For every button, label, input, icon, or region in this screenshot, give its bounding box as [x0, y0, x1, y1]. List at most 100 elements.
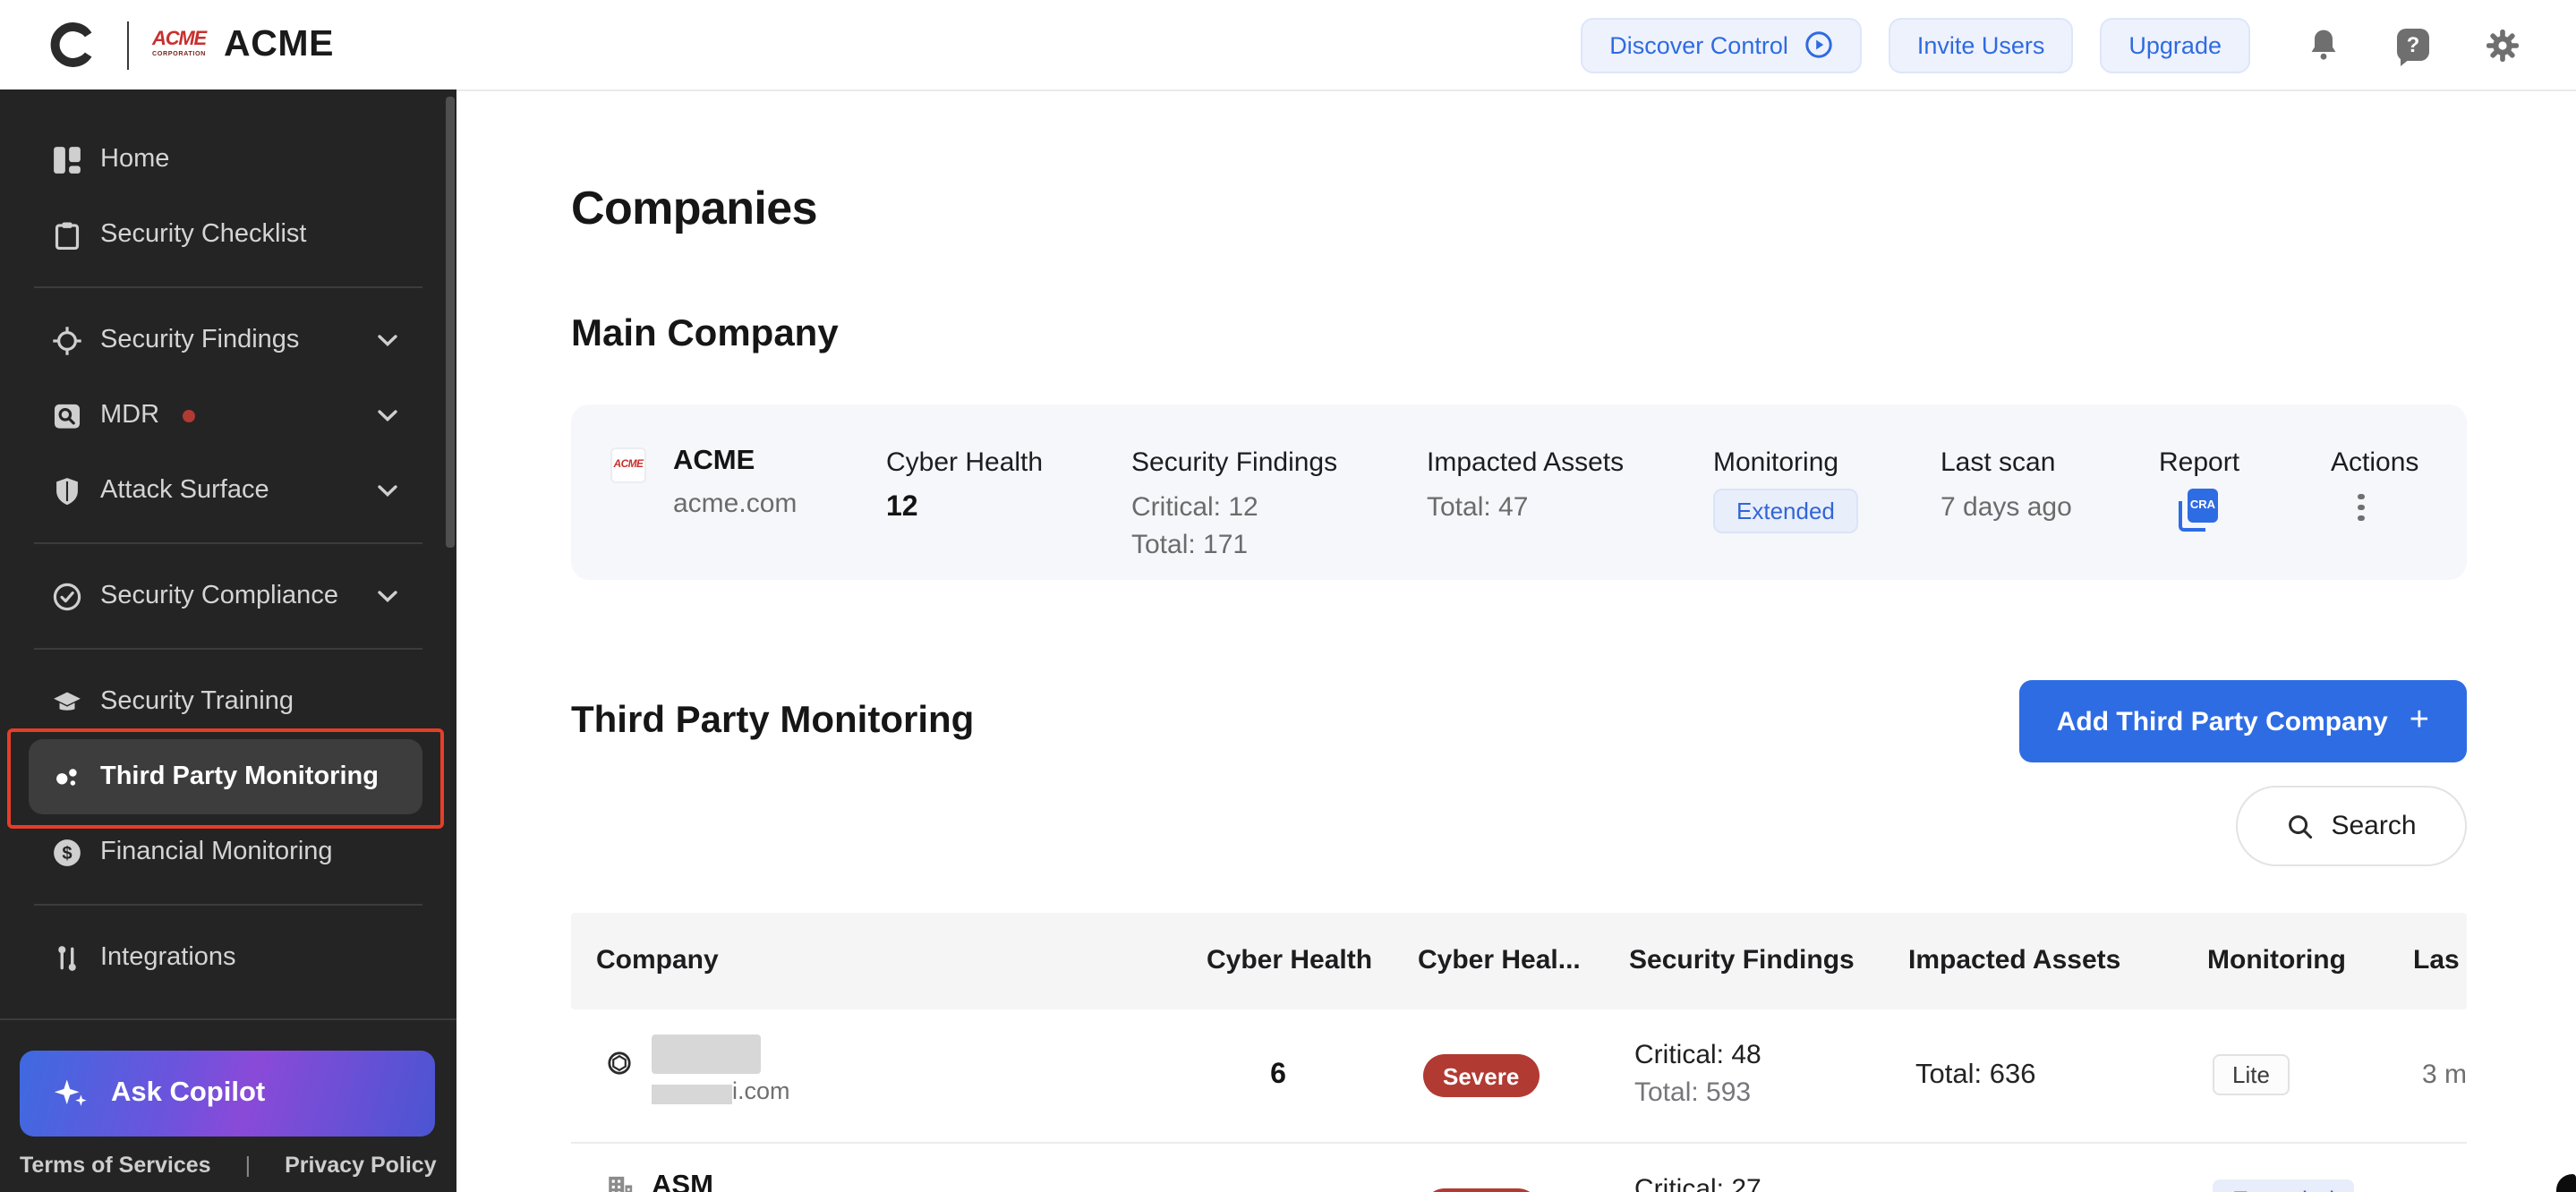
play-circle-icon — [1805, 31, 1832, 58]
sidebar-divider — [34, 904, 422, 906]
search-input[interactable]: Search — [2236, 786, 2467, 867]
table-row[interactable]: ASM & 3 more domains 7 Severe Critical: … — [571, 1144, 2467, 1192]
main-company-section-title: Main Company — [571, 312, 839, 354]
monitoring-badge: Extended — [1713, 489, 1858, 534]
col-company[interactable]: Company — [596, 913, 719, 1009]
chevron-down-icon — [378, 590, 397, 602]
impacted-assets-cell: Total: 636 — [1915, 1060, 2036, 1091]
main-content: Companies Main Company ACME ACME acme.co… — [456, 91, 2576, 1192]
page-title: Companies — [571, 181, 818, 234]
chevron-down-icon — [378, 334, 397, 346]
main-company-card[interactable]: ACME ACME acme.com Cyber Health 12 Secur… — [571, 404, 2467, 581]
sidebar-divider — [34, 542, 422, 544]
add-third-party-company-button[interactable]: Add Third Party Company + — [2018, 680, 2467, 763]
company-domain: i.com — [732, 1077, 790, 1105]
search-row: Search — [571, 786, 2467, 867]
col-cyber-health[interactable]: Cyber Health — [1207, 913, 1372, 1009]
sidebar-item-home[interactable]: Home — [0, 122, 456, 197]
findings-total: Total: 171 — [1131, 530, 1249, 561]
chevron-down-icon — [378, 484, 397, 497]
third-party-table: Company Cyber Health Cyber Heal... Secur… — [571, 913, 2467, 1192]
sidebar-item-third-party-monitoring[interactable]: Third Party Monitoring — [29, 739, 422, 814]
header-icon-group: ? — [2306, 27, 2521, 66]
terms-link[interactable]: Terms of Services — [20, 1153, 211, 1178]
actions-menu-icon[interactable] — [2343, 494, 2379, 522]
home-icon — [50, 143, 82, 175]
monitoring-badge: Lite — [2213, 1054, 2290, 1096]
company-name: ACME — [673, 446, 755, 477]
monitoring-cell: Lite — [2213, 1054, 2290, 1096]
acme-corporation-logo: ACME CORPORATION — [152, 29, 207, 58]
company-logo: ACME — [612, 449, 644, 482]
discover-control-button[interactable]: Discover Control — [1581, 17, 1862, 72]
sidebar-item-attack-surface[interactable]: Attack Surface — [0, 453, 456, 528]
dots-cluster-icon — [50, 761, 82, 793]
sidebar-divider — [34, 286, 422, 288]
ask-copilot-button[interactable]: Ask Copilot — [20, 1051, 435, 1137]
last-scan-value: 7 days ago — [1941, 492, 2072, 524]
help-icon[interactable]: ? — [2395, 27, 2431, 66]
company-knot-logo-icon — [605, 1049, 634, 1086]
sidebar-bottom-panel: Ask Copilot Terms of Services | Privacy … — [0, 1018, 456, 1192]
chevron-down-icon — [378, 409, 397, 421]
report-cra-icon[interactable]: CRA — [2179, 489, 2218, 532]
redacted-company-name — [652, 1034, 761, 1075]
col-security-findings[interactable]: Security Findings — [1629, 913, 1855, 1009]
col-cyber-health-2[interactable]: Cyber Heal... — [1418, 913, 1581, 1009]
sidebar-item-security-findings[interactable]: Security Findings — [0, 302, 456, 378]
brand-name: ACME — [224, 23, 335, 64]
sidebar-item-integrations[interactable]: Integrations — [0, 920, 456, 995]
third-party-section-header: Third Party Monitoring Add Third Party C… — [571, 680, 2467, 763]
last-scan-cell: 3 m — [2422, 1060, 2467, 1091]
col-impacted-assets[interactable]: Impacted Assets — [1908, 913, 2120, 1009]
cyber-health-column: Cyber Health 12 — [886, 447, 1044, 524]
cyber-health-value: 6 — [1270, 1060, 1286, 1091]
check-circle-icon — [50, 580, 82, 612]
sidebar-item-security-checklist[interactable]: Security Checklist — [0, 197, 456, 272]
company-name-block: ACME acme.com — [673, 446, 797, 519]
app-root: ACME CORPORATION ACME Discover Control I… — [0, 0, 2576, 1192]
sidebar-nav: Home Security Checklist Security Finding… — [0, 89, 456, 1070]
shield-icon — [50, 474, 82, 507]
dollar-circle-icon: $ — [50, 836, 82, 868]
notifications-bell-icon[interactable] — [2306, 27, 2341, 63]
findings-critical: Critical: 12 — [1131, 492, 1258, 524]
settings-gear-icon[interactable] — [2485, 27, 2521, 63]
impacted-total: Total: 47 — [1427, 492, 1529, 524]
severity-badge: Severe — [1423, 1188, 1540, 1192]
header-actions: Discover Control Invite Users Upgrade ? — [1554, 17, 2521, 72]
severity-badge: Severe — [1423, 1054, 1540, 1098]
building-icon — [605, 1172, 635, 1192]
sidebar-scrollbar[interactable] — [446, 97, 454, 548]
security-findings-cell: Critical: 27 Total: 1177 — [1634, 1174, 1761, 1192]
last-scan-cell: 16 d — [2422, 1144, 2467, 1192]
security-findings-cell: Critical: 48 Total: 593 — [1634, 1040, 1761, 1109]
sidebar: Home Security Checklist Security Finding… — [0, 89, 456, 1192]
plus-icon: + — [2409, 701, 2429, 739]
sidebar-item-financial-monitoring[interactable]: $ Financial Monitoring — [0, 814, 456, 890]
target-icon — [50, 324, 82, 356]
col-monitoring[interactable]: Monitoring — [2207, 913, 2346, 1009]
sidebar-item-mdr[interactable]: MDR — [0, 378, 456, 453]
integrations-icon — [50, 941, 82, 974]
svg-text:$: $ — [61, 843, 71, 863]
c-logo-glyph — [49, 22, 91, 67]
sidebar-item-security-training[interactable]: Security Training — [0, 664, 456, 739]
third-party-section-title: Third Party Monitoring — [571, 700, 975, 742]
platform-logo-icon[interactable] — [48, 21, 97, 69]
invite-users-button[interactable]: Invite Users — [1888, 17, 2074, 72]
last-scan-column: Last scan 7 days ago — [1941, 447, 2072, 524]
monitoring-column: Monitoring Extended — [1713, 447, 1858, 534]
impacted-assets-column: Impacted Assets Total: 47 — [1427, 447, 1625, 524]
sidebar-item-security-compliance[interactable]: Security Compliance — [0, 558, 456, 634]
cyber-health-value: 12 — [886, 492, 918, 524]
cyber-health-value: 7 — [1198, 1144, 1359, 1192]
privacy-link[interactable]: Privacy Policy — [285, 1153, 437, 1178]
table-header-row: Company Cyber Health Cyber Heal... Secur… — [571, 913, 2467, 1010]
col-last-scan[interactable]: Las — [2413, 913, 2460, 1009]
upgrade-button[interactable]: Upgrade — [2100, 17, 2250, 72]
actions-column: Actions — [2331, 447, 2418, 522]
monitoring-badge: Extended — [2213, 1179, 2355, 1192]
table-row[interactable]: i.com 6 Severe Critical: 48 Total: 593 T… — [571, 1009, 2467, 1145]
security-findings-column: Security Findings Critical: 12 Total: 17… — [1131, 447, 1338, 561]
